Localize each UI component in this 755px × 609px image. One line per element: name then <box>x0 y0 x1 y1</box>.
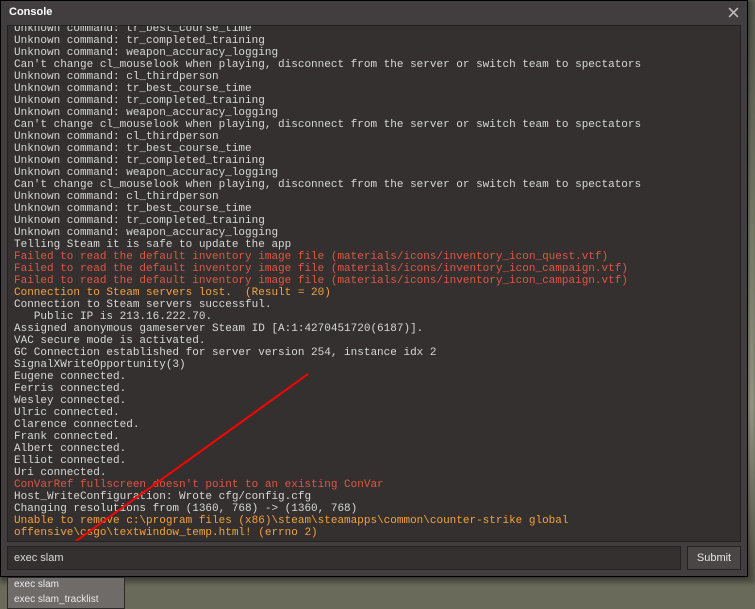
close-button[interactable] <box>725 4 741 20</box>
console-line: Failed to read the default inventory ima… <box>14 251 736 263</box>
console-line: Unknown command: cl_thirdperson <box>14 131 736 143</box>
console-line: Albert connected. <box>14 443 736 455</box>
console-line: Unknown command: tr_completed_training <box>14 155 736 167</box>
console-line: Unknown command: tr_completed_training <box>14 215 736 227</box>
console-line: Unknown command: cl_thirdperson <box>14 71 736 83</box>
console-line: Unknown command: tr_best_course_time <box>14 26 736 35</box>
console-line: Unknown command: weapon_accuracy_logging <box>14 227 736 239</box>
console-line: Can't change cl_mouselook when playing, … <box>14 59 736 71</box>
console-line: Unknown command: weapon_accuracy_logging <box>14 47 736 59</box>
console-line: Frank connected. <box>14 431 736 443</box>
console-line: Unknown command: weapon_accuracy_logging <box>14 107 736 119</box>
console-line: Unable to remove c:\program files (x86)\… <box>14 515 736 539</box>
console-line: Wesley connected. <box>14 395 736 407</box>
submit-button[interactable]: Submit <box>687 546 741 570</box>
autocomplete-item[interactable]: exec slam <box>8 578 124 593</box>
console-line: Unknown command: cl_thirdperson <box>14 191 736 203</box>
console-line: Connection to Steam servers lost. (Resul… <box>14 287 736 299</box>
console-line: Public IP is 213.16.222.70. <box>14 311 736 323</box>
command-row: Submit exec slamexec slam_tracklist <box>1 546 747 576</box>
console-line: Unknown command: tr_best_course_time <box>14 83 736 95</box>
console-line: Unknown command: weapon_accuracy_logging <box>14 167 736 179</box>
console-line: Clarence connected. <box>14 419 736 431</box>
console-line: ConVarRef fullscreen doesn't point to an… <box>14 479 736 491</box>
console-line: Unknown command: tr_best_course_time <box>14 203 736 215</box>
console-line: Host_WriteConfiguration: Wrote cfg/confi… <box>14 491 736 503</box>
console-line: Assigned anonymous gameserver Steam ID [… <box>14 323 736 335</box>
console-line: Uri connected. <box>14 467 736 479</box>
titlebar[interactable]: Console <box>1 1 747 23</box>
console-output: Unknown command: tr_best_course_timeUnkn… <box>7 25 741 542</box>
console-line: Failed to read the default inventory ima… <box>14 263 736 275</box>
console-line: Can't change cl_mouselook when playing, … <box>14 179 736 191</box>
console-line: Changing resolutions from (1360, 768) ->… <box>14 503 736 515</box>
console-window: Console Unknown command: tr_best_course_… <box>0 0 748 577</box>
console-line: Unknown command: tr_completed_training <box>14 35 736 47</box>
console-line: Eugene connected. <box>14 371 736 383</box>
command-input[interactable] <box>7 546 681 570</box>
console-line: Ulric connected. <box>14 407 736 419</box>
autocomplete-item[interactable]: exec slam_tracklist <box>8 593 124 608</box>
console-line: Can't change cl_mouselook when playing, … <box>14 119 736 131</box>
console-scroll-area[interactable]: Unknown command: tr_best_course_timeUnkn… <box>8 26 740 541</box>
console-line: SignalXWriteOpportunity(3) <box>14 359 736 371</box>
console-line: GC Connection established for server ver… <box>14 347 736 359</box>
close-icon <box>728 7 739 18</box>
console-line: Elliot connected. <box>14 455 736 467</box>
console-line: VAC secure mode is activated. <box>14 335 736 347</box>
console-line: Failed to read the default inventory ima… <box>14 275 736 287</box>
console-line: Ferris connected. <box>14 383 736 395</box>
window-title: Console <box>9 6 52 18</box>
console-line: Telling Steam it is safe to update the a… <box>14 239 736 251</box>
console-line: Unknown command: tr_completed_training <box>14 95 736 107</box>
autocomplete-popup[interactable]: exec slamexec slam_tracklist <box>7 577 125 609</box>
console-line: Unknown command: tr_best_course_time <box>14 143 736 155</box>
console-line: Connection to Steam servers successful. <box>14 299 736 311</box>
